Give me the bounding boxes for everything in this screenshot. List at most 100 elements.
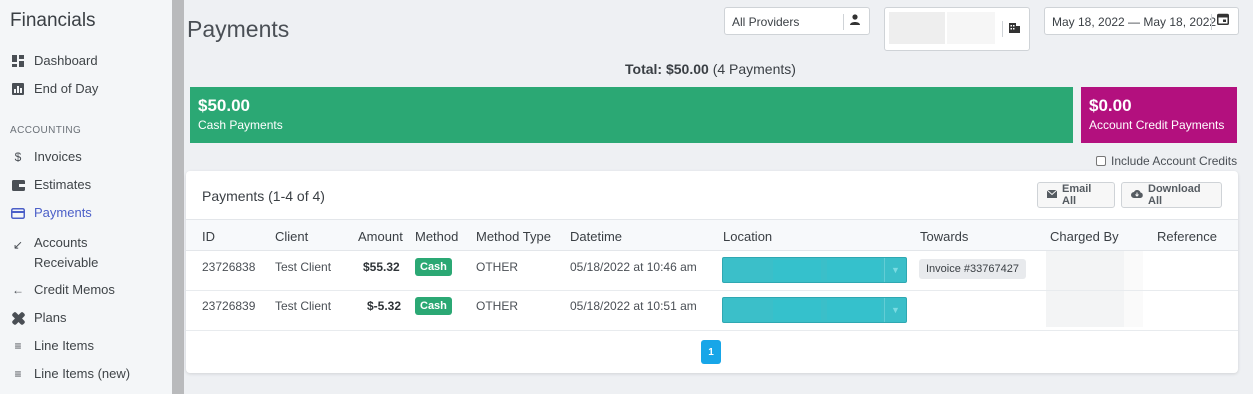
sidebar-item-end-of-day[interactable]: End of Day [10, 81, 98, 97]
method-badge: Cash [415, 297, 452, 315]
sidebar-title: Financials [10, 10, 96, 31]
location-select-value [827, 260, 881, 280]
divider [843, 14, 844, 30]
section-label-accounting: ACCOUNTING [10, 125, 82, 136]
cell-client: Test Client [275, 260, 332, 274]
location-filter[interactable] [884, 7, 1030, 51]
towards-invoice-tag[interactable]: Invoice #33767427 [919, 259, 1026, 279]
sidebar-item-label: Credit Memos [34, 282, 115, 297]
include-account-credits-toggle[interactable]: Include Account Credits [1096, 154, 1237, 168]
list-icon: ≡ [14, 367, 22, 381]
payments-total: Total: $50.00 (4 Payments) [625, 61, 796, 77]
cloud-download-icon [1131, 189, 1143, 201]
sidebar: Financials Dashboard End of Day ACCOUNTI… [0, 0, 172, 394]
column-header-datetime[interactable]: Datetime [570, 229, 622, 244]
total-amount: $50.00 [665, 61, 709, 77]
provider-select-value: All Providers [732, 15, 800, 29]
sidebar-item-label: Payments [34, 205, 92, 220]
sidebar-item-label: Plans [34, 310, 67, 325]
sidebar-item-accounts-receivable[interactable]: ↙ Accounts Receivable [10, 233, 130, 273]
cash-payments-label: Cash Payments [198, 118, 283, 132]
sidebar-item-label: Line Items [34, 338, 94, 353]
method-badge: Cash [415, 258, 452, 276]
column-header-method-type[interactable]: Method Type [476, 229, 551, 244]
cell-datetime: 05/18/2022 at 10:46 am [570, 260, 697, 274]
cell-id: 23726838 [202, 260, 256, 274]
location-select[interactable]: ▼ [722, 297, 907, 323]
sidebar-item-label: Estimates [34, 177, 92, 192]
provider-select[interactable]: All Providers [724, 7, 870, 35]
calendar-icon [1217, 13, 1229, 28]
email-all-label: Email All [1062, 183, 1092, 207]
cash-payments-amount: $50.00 [198, 96, 250, 115]
column-header-reference[interactable]: Reference [1157, 229, 1217, 244]
sidebar-item-credit-memos[interactable]: ← Credit Memos [10, 282, 115, 298]
cell-method-type: OTHER [476, 299, 518, 313]
location-select[interactable]: ▼ [722, 257, 907, 283]
table-header: ID Client Amount Method Method Type Date… [186, 219, 1238, 251]
cell-id: 23726839 [202, 299, 256, 313]
account-credit-label: Account Credit Payments [1089, 118, 1225, 132]
column-header-client[interactable]: Client [275, 229, 308, 244]
date-range-picker[interactable]: May 18, 2022 — May 18, 2022 [1044, 7, 1239, 35]
date-range-value: May 18, 2022 — May 18, 2022 [1052, 15, 1217, 29]
include-account-credits-checkbox[interactable] [1096, 156, 1106, 166]
credit-card-icon [10, 205, 26, 221]
cell-client: Test Client [275, 299, 332, 313]
sidebar-item-label: Dashboard [34, 53, 98, 68]
dashboard-icon [10, 53, 26, 69]
list-icon: ≡ [14, 339, 22, 353]
account-credit-card: $0.00 Account Credit Payments [1081, 87, 1237, 143]
column-header-location[interactable]: Location [723, 229, 772, 244]
table-row[interactable]: 23726838 Test Client $55.32 Cash OTHER 0… [186, 251, 1238, 291]
sidebar-item-line-items-new[interactable]: ≡ Line Items (new) [10, 366, 130, 382]
panel-title: Payments (1-4 of 4) [202, 188, 325, 204]
total-count: (4 Payments) [712, 61, 796, 77]
building-icon [1009, 22, 1020, 36]
payments-panel: Payments (1-4 of 4) Email All Download A… [186, 171, 1238, 373]
column-header-method[interactable]: Method [415, 229, 458, 244]
bandage-icon [10, 310, 26, 326]
sidebar-item-estimates[interactable]: Estimates [10, 177, 91, 193]
include-account-credits-label: Include Account Credits [1111, 154, 1238, 168]
location-select-value [827, 300, 881, 320]
download-all-button[interactable]: Download All [1121, 182, 1222, 208]
email-all-button[interactable]: Email All [1037, 182, 1115, 208]
sidebar-item-label: Accounts Receivable [34, 235, 99, 270]
sidebar-item-plans[interactable]: Plans [10, 310, 67, 326]
account-credit-amount: $0.00 [1089, 96, 1132, 115]
sidebar-scrollbar[interactable] [172, 0, 184, 394]
divider [1211, 14, 1212, 30]
sidebar-item-line-items[interactable]: ≡ Line Items [10, 338, 94, 354]
chart-icon [10, 81, 26, 97]
sidebar-item-dashboard[interactable]: Dashboard [10, 53, 98, 69]
location-filter-placeholder [889, 12, 945, 44]
column-header-amount[interactable]: Amount [358, 229, 403, 244]
sidebar-item-label: Invoices [34, 149, 82, 164]
chevron-down-icon: ▼ [884, 298, 906, 322]
cell-datetime: 05/18/2022 at 10:51 am [570, 299, 697, 313]
table-row[interactable]: 23726839 Test Client $-5.32 Cash OTHER 0… [186, 291, 1238, 331]
location-filter-placeholder [947, 12, 995, 44]
download-all-label: Download All [1148, 183, 1201, 207]
location-select-value [773, 260, 821, 280]
page-title: Payments [187, 16, 290, 42]
cell-amount: $-5.32 [367, 299, 402, 313]
sidebar-item-invoices[interactable]: $ Invoices [10, 149, 82, 165]
cash-payments-card: $50.00 Cash Payments [190, 87, 1073, 143]
sidebar-item-label: Line Items (new) [34, 366, 131, 381]
column-header-id[interactable]: ID [202, 229, 215, 244]
pagination-page-button[interactable]: 1 [701, 340, 721, 364]
sidebar-item-payments[interactable]: Payments [10, 205, 92, 221]
arrow-left-icon: ← [12, 283, 24, 297]
chevron-down-icon: ▼ [884, 258, 906, 282]
column-header-charged-by[interactable]: Charged By [1050, 229, 1119, 244]
divider [1002, 21, 1003, 37]
total-label: Total: [625, 61, 663, 77]
wallet-icon [10, 177, 26, 193]
dollar-icon: $ [14, 150, 22, 164]
cell-method-type: OTHER [476, 260, 518, 274]
column-header-towards[interactable]: Towards [920, 229, 968, 244]
sidebar-item-label: End of Day [34, 81, 99, 96]
arrow-down-left-icon: ↙ [12, 238, 24, 252]
